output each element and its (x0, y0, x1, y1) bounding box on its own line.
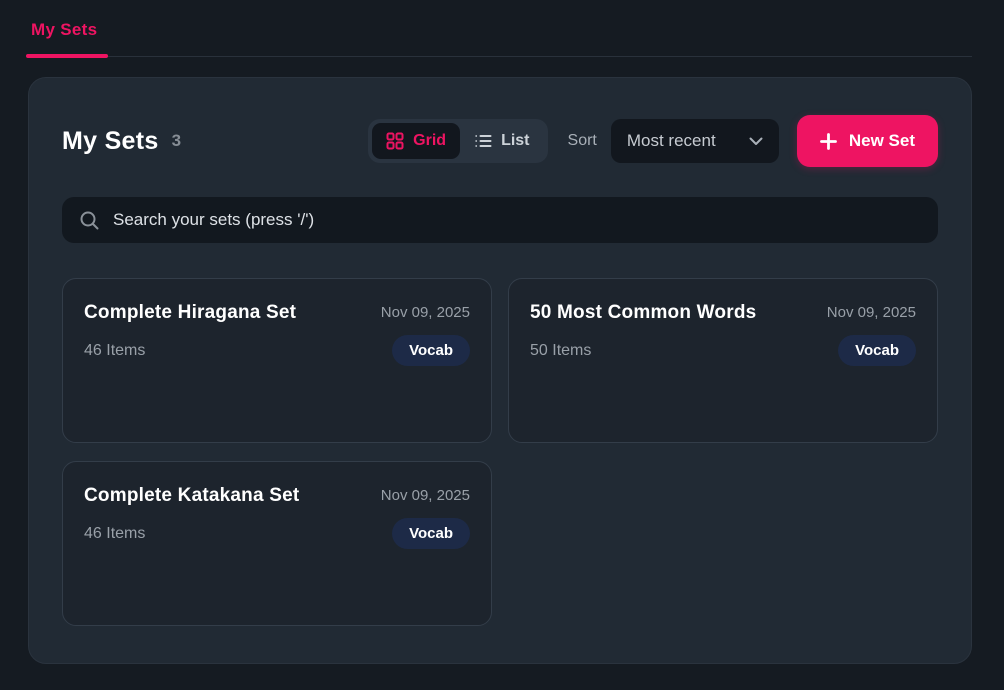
list-button-label: List (501, 132, 529, 150)
search-input[interactable] (113, 210, 921, 230)
grid-button-label: Grid (413, 132, 446, 150)
set-item-count: 50 Items (530, 342, 591, 360)
card-header: 50 Most Common Words Nov 09, 2025 (530, 302, 916, 324)
page-title: My Sets (62, 127, 159, 156)
grid-view-button[interactable]: Grid (372, 123, 460, 159)
view-toggle: Grid List (368, 119, 547, 163)
grid-icon (386, 132, 404, 150)
set-type-badge: Vocab (392, 335, 470, 366)
search-icon (79, 210, 100, 231)
set-card-katakana[interactable]: Complete Katakana Set Nov 09, 2025 46 It… (62, 461, 492, 626)
set-card-common-words[interactable]: 50 Most Common Words Nov 09, 2025 50 Ite… (508, 278, 938, 443)
top-tab-bar: My Sets (28, 0, 972, 57)
set-type-badge: Vocab (392, 518, 470, 549)
set-date: Nov 09, 2025 (827, 304, 916, 321)
set-title: Complete Katakana Set (84, 485, 299, 507)
tab-my-sets[interactable]: My Sets (28, 20, 100, 56)
card-footer: 46 Items Vocab (84, 518, 470, 549)
card-footer: 50 Items Vocab (530, 335, 916, 366)
card-header: Complete Hiragana Set Nov 09, 2025 (84, 302, 470, 324)
sort-dropdown[interactable]: Most recent (611, 119, 779, 163)
card-header: Complete Katakana Set Nov 09, 2025 (84, 485, 470, 507)
set-card-hiragana[interactable]: Complete Hiragana Set Nov 09, 2025 46 It… (62, 278, 492, 443)
sort-selected-value: Most recent (627, 131, 716, 151)
plus-icon (820, 133, 837, 150)
set-title: Complete Hiragana Set (84, 302, 296, 324)
search-bar (62, 197, 938, 243)
list-icon (474, 132, 492, 150)
set-type-badge: Vocab (838, 335, 916, 366)
chevron-down-icon (749, 137, 763, 146)
header-controls: Grid List S (368, 115, 938, 167)
new-set-button[interactable]: New Set (797, 115, 938, 167)
panel-header: My Sets 3 Grid (62, 115, 938, 167)
set-item-count: 46 Items (84, 525, 145, 543)
set-date: Nov 09, 2025 (381, 304, 470, 321)
set-item-count: 46 Items (84, 342, 145, 360)
list-view-button[interactable]: List (460, 123, 543, 159)
new-set-button-label: New Set (849, 131, 915, 151)
set-title: 50 Most Common Words (530, 302, 756, 324)
card-footer: 46 Items Vocab (84, 335, 470, 366)
set-date: Nov 09, 2025 (381, 487, 470, 504)
sets-grid: Complete Hiragana Set Nov 09, 2025 46 It… (62, 278, 938, 626)
sort-label: Sort (568, 132, 597, 150)
my-sets-panel: My Sets 3 Grid (28, 77, 972, 664)
set-count: 3 (172, 131, 181, 151)
